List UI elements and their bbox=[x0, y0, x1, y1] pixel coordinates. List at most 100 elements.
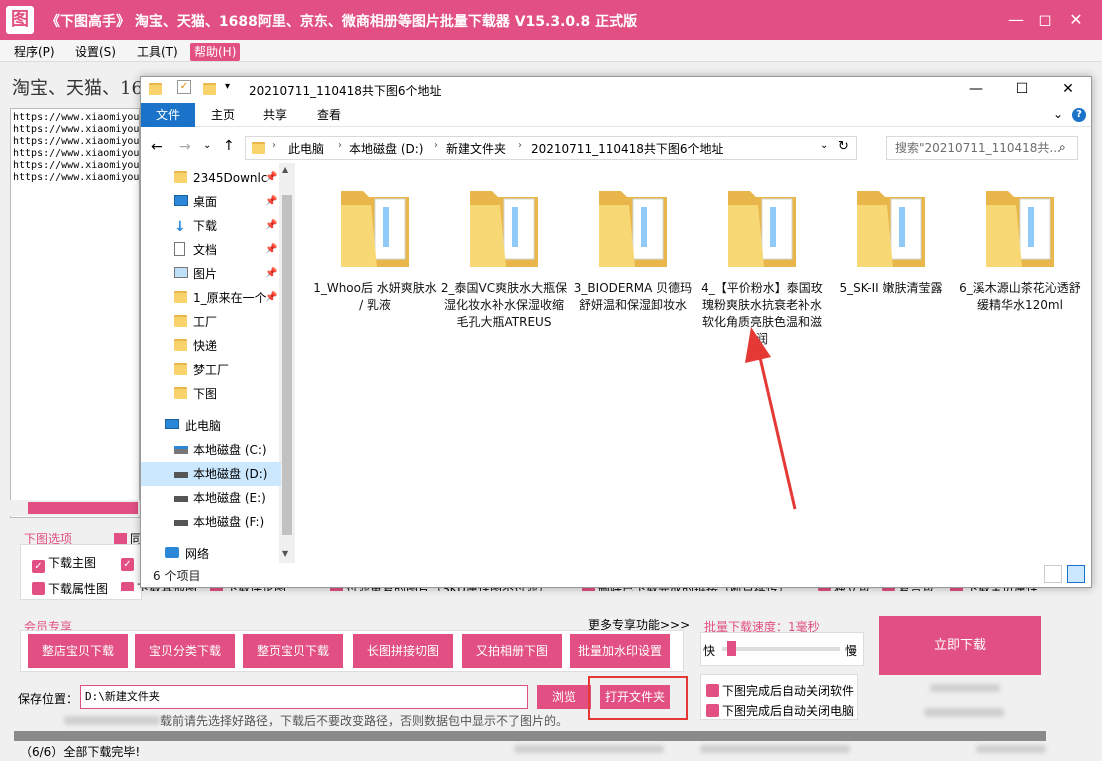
scroll-down-icon[interactable]: ▼ bbox=[282, 549, 288, 558]
recent-dropdown-icon[interactable]: ⌄ bbox=[203, 140, 211, 151]
help-icon[interactable]: ? bbox=[1072, 108, 1086, 122]
nav-item-factory[interactable]: 工厂 bbox=[141, 310, 281, 334]
folder-item[interactable]: 5_SK-II 嫩肤清莹露 bbox=[827, 177, 955, 297]
close-icon[interactable]: ✕ bbox=[1063, 8, 1089, 32]
chevron-right-icon[interactable]: › bbox=[272, 140, 276, 151]
nav-scrollbar[interactable]: ▲ ▼ bbox=[279, 163, 295, 563]
category-download-button[interactable]: 宝贝分类下载 bbox=[135, 634, 235, 668]
pin-icon: 📌 bbox=[265, 172, 278, 183]
blurred-text bbox=[976, 745, 1046, 753]
chevron-right-icon[interactable]: › bbox=[518, 140, 522, 151]
properties-icon[interactable]: ✓ bbox=[177, 80, 191, 94]
chevron-right-icon[interactable]: › bbox=[338, 140, 342, 151]
crumb-this-pc[interactable]: 此电脑 bbox=[288, 140, 324, 157]
scrollbar-thumb[interactable] bbox=[28, 502, 138, 514]
nav-item-this-pc[interactable]: 此电脑 bbox=[141, 414, 281, 438]
url-list-textarea[interactable]: https://www.xiaomiyou https://www.xiaomi… bbox=[10, 108, 140, 518]
maximize-icon[interactable]: ◻ bbox=[1032, 8, 1058, 32]
crumb-current-folder[interactable]: 20210711_110418共下图6个地址 bbox=[531, 140, 724, 157]
drive-icon bbox=[174, 520, 188, 526]
quick-access-dropdown-icon[interactable]: ▾ bbox=[225, 81, 230, 92]
nav-item-folder-1[interactable]: 1_原来在一个 📌 bbox=[141, 286, 281, 310]
long-image-button[interactable]: 长图拼接切图 bbox=[353, 634, 453, 668]
explorer-close-icon[interactable]: ✕ bbox=[1045, 77, 1091, 101]
nav-item-disk-f[interactable]: 本地磁盘 (F:) bbox=[141, 510, 281, 534]
nav-item-desktop[interactable]: 桌面 📌 bbox=[141, 190, 281, 214]
folder-icon bbox=[857, 191, 925, 267]
tab-view[interactable]: 查看 bbox=[309, 103, 349, 127]
tab-home[interactable]: 主页 bbox=[203, 103, 243, 127]
url-list-scrollbar[interactable] bbox=[10, 500, 140, 516]
nav-item-disk-d[interactable]: 本地磁盘 (D:) bbox=[141, 462, 281, 486]
nav-item-2345downloads[interactable]: 2345Downlc 📌 bbox=[141, 166, 281, 190]
tab-file[interactable]: 文件 bbox=[141, 103, 195, 127]
refresh-icon[interactable]: ↻ bbox=[838, 139, 849, 154]
path-hint-text: 载前请先选择好路径，下载后不要改变路径，否则数据包中显示不了图片的。 bbox=[160, 714, 569, 728]
explorer-title-bar: ✓ ▾ 20210711_110418共下图6个地址 — ☐ ✕ bbox=[141, 77, 1091, 101]
youpai-album-button[interactable]: 又拍相册下图 bbox=[462, 634, 562, 668]
nav-item-pictures[interactable]: 图片 📌 bbox=[141, 262, 281, 286]
folder-item[interactable]: 2_泰国VC爽肤水大瓶保湿化妆水补水保湿收缩毛孔大瓶ATREUS bbox=[440, 177, 568, 331]
folder-icon bbox=[174, 387, 187, 399]
nav-item-network[interactable]: 网络 bbox=[141, 542, 281, 566]
shop-download-button[interactable]: 整店宝贝下载 bbox=[28, 634, 128, 668]
explorer-maximize-icon[interactable]: ☐ bbox=[999, 77, 1045, 101]
nav-item-downloads[interactable]: ↓ 下载 📌 bbox=[141, 214, 281, 238]
nav-item-dreamworks[interactable]: 梦工厂 bbox=[141, 358, 281, 382]
start-download-button[interactable]: 立即下载 bbox=[879, 616, 1041, 675]
open-folder-button[interactable]: 打开文件夹 bbox=[600, 685, 670, 709]
folder-icon bbox=[174, 339, 187, 351]
scroll-up-icon[interactable]: ▲ bbox=[282, 165, 288, 174]
forward-arrow-icon[interactable]: → bbox=[179, 139, 191, 155]
crumb-new-folder[interactable]: 新建文件夹 bbox=[446, 140, 506, 157]
nav-item-disk-c[interactable]: 本地磁盘 (C:) bbox=[141, 438, 281, 462]
page-download-button[interactable]: 整页宝贝下载 bbox=[243, 634, 343, 668]
folder-item[interactable]: 6_溪木源山茶花沁透舒缓精华水120ml bbox=[956, 177, 1084, 314]
tab-share[interactable]: 共享 bbox=[255, 103, 295, 127]
address-dropdown-icon[interactable]: ⌄ bbox=[820, 140, 828, 151]
download-detail-checkbox[interactable]: ✓ bbox=[121, 554, 137, 571]
nav-item-xiatu[interactable]: 下图 bbox=[141, 382, 281, 406]
folder-item[interactable]: 3_BIODERMA 贝德玛 舒妍温和保湿卸妆水 bbox=[569, 177, 697, 314]
folder-label: 3_BIODERMA 贝德玛 舒妍温和保湿卸妆水 bbox=[573, 281, 693, 312]
nav-item-express[interactable]: 快递 bbox=[141, 334, 281, 358]
nav-item-label: 网络 bbox=[185, 547, 210, 561]
crumb-disk-d[interactable]: 本地磁盘 (D:) bbox=[349, 140, 423, 157]
url-line: https://www.xiaomiyou bbox=[13, 124, 140, 135]
address-folder-icon bbox=[252, 142, 265, 154]
nav-item-label: 桌面 bbox=[193, 195, 218, 209]
scrollbar-thumb[interactable] bbox=[282, 195, 292, 535]
details-view-icon[interactable] bbox=[1044, 565, 1062, 583]
explorer-minimize-icon[interactable]: — bbox=[953, 77, 999, 101]
menu-settings[interactable]: 设置(S) bbox=[71, 43, 120, 61]
minimize-icon[interactable]: — bbox=[1003, 8, 1029, 32]
new-folder-icon[interactable] bbox=[203, 83, 216, 95]
watermark-settings-button[interactable]: 批量加水印设置 bbox=[570, 634, 670, 668]
speed-slider-track[interactable] bbox=[722, 647, 840, 651]
nav-item-documents[interactable]: 文档 📌 bbox=[141, 238, 281, 262]
large-icons-view-icon[interactable] bbox=[1067, 565, 1085, 583]
menu-help[interactable]: 帮助(H) bbox=[190, 43, 241, 61]
address-bar[interactable]: › 此电脑 › 本地磁盘 (D:) › 新建文件夹 › 20210711_110… bbox=[245, 136, 857, 160]
ribbon-expand-icon[interactable]: ⌄ bbox=[1053, 107, 1063, 121]
back-arrow-icon[interactable]: ← bbox=[151, 139, 163, 155]
blurred-text bbox=[924, 708, 1004, 717]
download-main-checkbox[interactable]: ✓ 下载主图 bbox=[32, 554, 96, 573]
speed-slider-thumb[interactable] bbox=[727, 641, 736, 656]
nav-item-disk-e[interactable]: 本地磁盘 (E:) bbox=[141, 486, 281, 510]
browse-button[interactable]: 浏览 bbox=[537, 685, 591, 709]
drive-icon bbox=[174, 496, 188, 502]
search-input[interactable]: 搜索"20210711_110418共... bbox=[886, 136, 1078, 160]
chevron-right-icon[interactable]: › bbox=[434, 140, 438, 151]
menu-program[interactable]: 程序(P) bbox=[10, 43, 59, 61]
app-logo-icon: 图 bbox=[6, 6, 34, 34]
folder-icon bbox=[174, 291, 187, 303]
menu-tools[interactable]: 工具(T) bbox=[133, 43, 182, 61]
up-arrow-icon[interactable]: ↑ bbox=[223, 138, 235, 154]
download-attr-checkbox[interactable]: 下载属性图 bbox=[32, 580, 108, 597]
auto-shutdown-checkbox[interactable]: 下图完成后自动关闭电脑 bbox=[706, 702, 854, 719]
auto-close-software-checkbox[interactable]: 下图完成后自动关闭软件 bbox=[706, 682, 854, 699]
menu-bar: 程序(P) 设置(S) 工具(T) 帮助(H) bbox=[0, 40, 1102, 62]
save-path-input[interactable]: D:\新建文件夹 bbox=[80, 685, 528, 709]
folder-item[interactable]: 1_Whoo后 水妍爽肤水 / 乳液 bbox=[311, 177, 439, 314]
